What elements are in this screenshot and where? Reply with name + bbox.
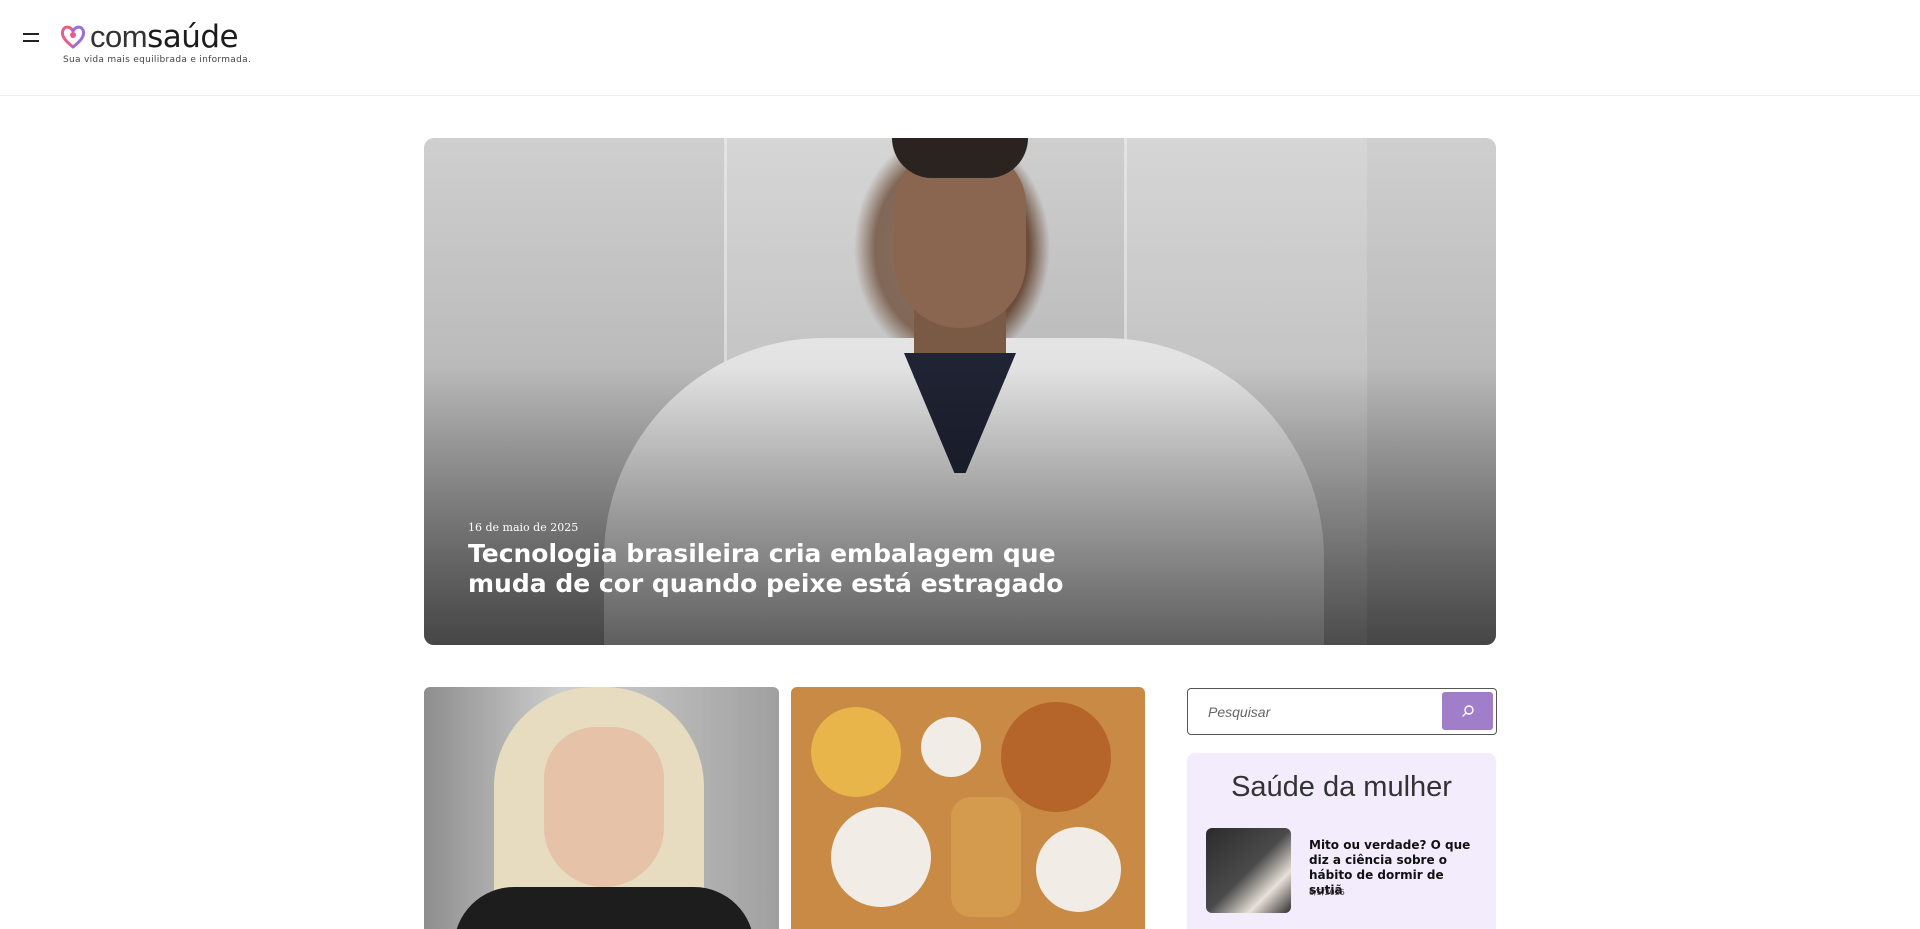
site-header: comsaúde Sua vida mais equilibrada e inf… xyxy=(0,0,1920,96)
search-box xyxy=(1187,688,1497,735)
sidebar-article-thumbnail[interactable] xyxy=(1206,828,1291,913)
logo-text-com: com xyxy=(90,19,148,54)
hero-date: 16 de maio de 2025 xyxy=(468,521,579,534)
article-card-image-2[interactable] xyxy=(791,687,1145,929)
sidebar-section-title[interactable]: Saúde da mulher xyxy=(1187,771,1496,804)
hero-article-card[interactable]: 16 de maio de 2025 Tecnologia brasileira… xyxy=(424,138,1496,645)
search-button[interactable] xyxy=(1442,692,1493,730)
article-card-image-1[interactable] xyxy=(424,687,779,929)
sidebar-article-date: 6/5/2025 xyxy=(1309,888,1345,897)
hamburger-menu-icon[interactable] xyxy=(23,33,39,45)
search-input[interactable] xyxy=(1206,699,1440,725)
sidebar-section-saude-da-mulher: Saúde da mulher Mito ou verdade? O que d… xyxy=(1187,753,1496,929)
heart-logo-icon[interactable] xyxy=(60,24,86,50)
search-icon xyxy=(1461,705,1474,717)
site-logo[interactable]: comsaúde xyxy=(90,17,239,57)
hero-title[interactable]: Tecnologia brasileira cria embalagem que… xyxy=(468,539,1108,599)
site-tagline: Sua vida mais equilibrada e informada. xyxy=(63,55,252,65)
logo-text-saude: saúde xyxy=(147,19,239,55)
